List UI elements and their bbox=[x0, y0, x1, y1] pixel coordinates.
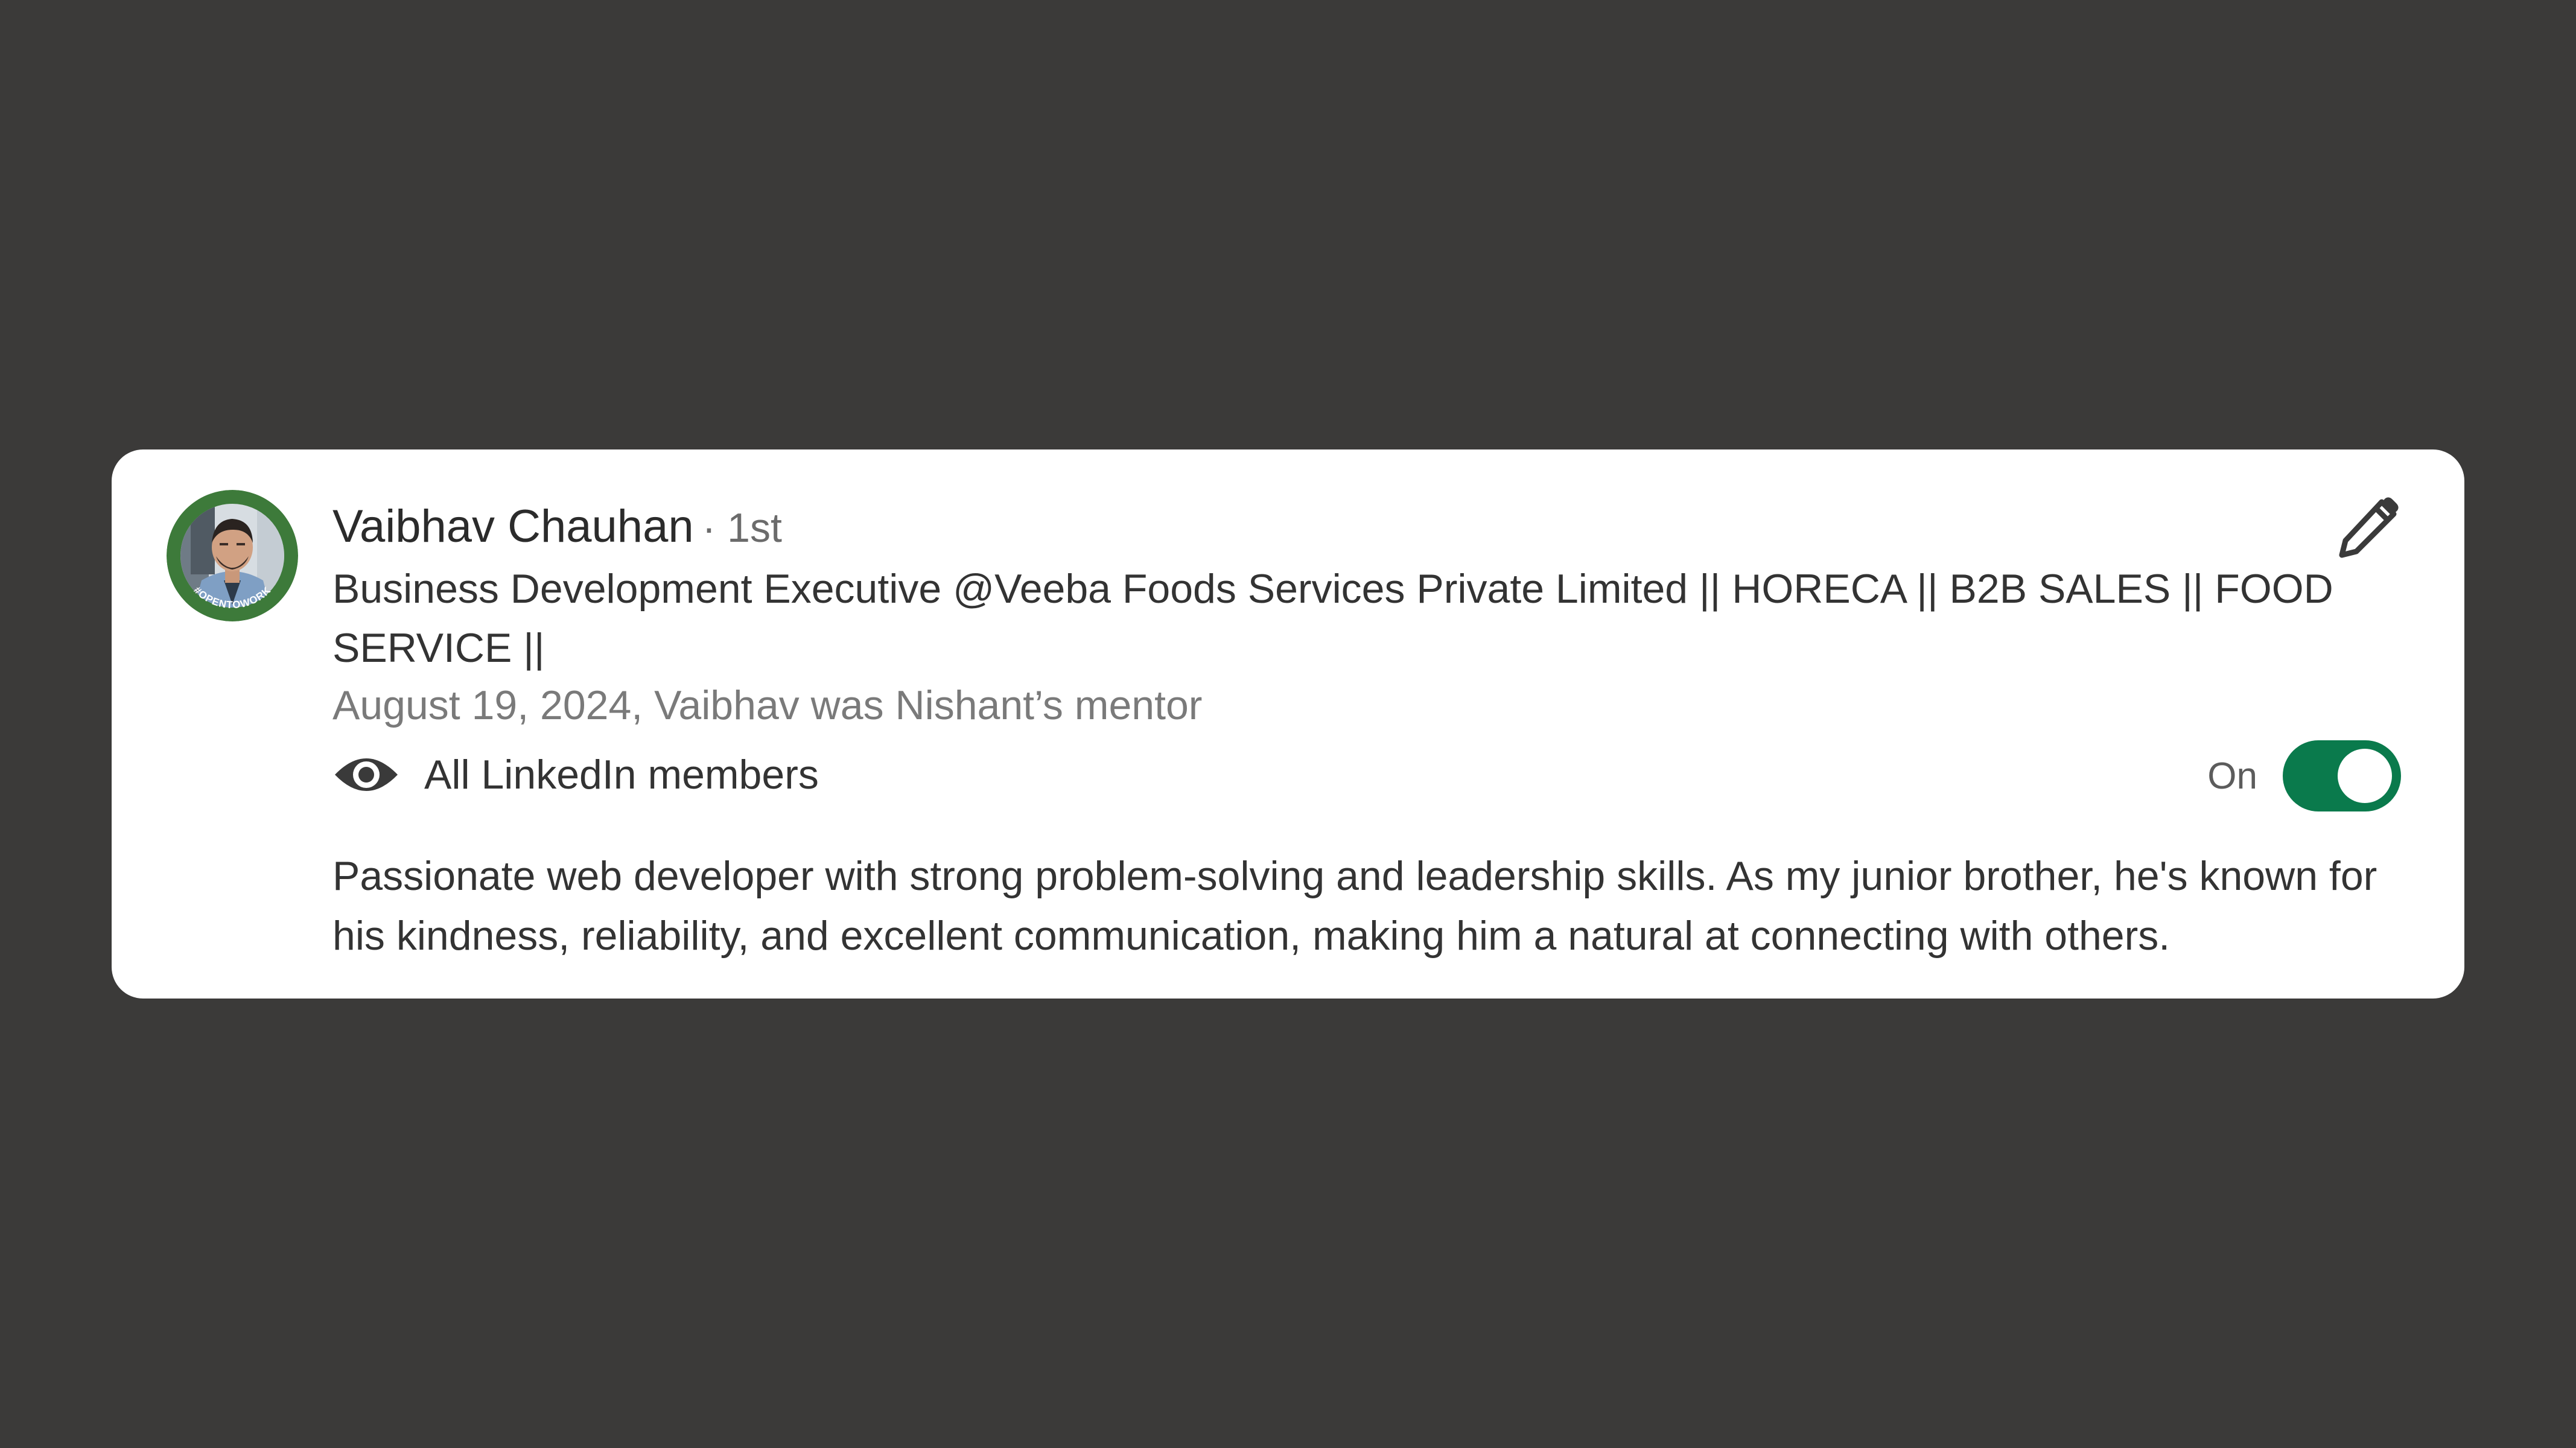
edit-button[interactable] bbox=[2332, 492, 2404, 564]
connection-degree: · 1st bbox=[702, 505, 782, 551]
toggle-status-label: On bbox=[2207, 755, 2257, 797]
visibility-toggle-group: On bbox=[2207, 740, 2401, 812]
recommendation-text: Passionate web developer with strong pro… bbox=[332, 853, 2377, 959]
eye-icon bbox=[332, 751, 400, 799]
pencil-icon bbox=[2339, 497, 2399, 558]
recommendation-date-relationship: August 19, 2024, Vaibhav was Nishant’s m… bbox=[332, 682, 1203, 728]
recommendation-card: #OPENTOWORK Vaibhav Chauhan · 1st Busines… bbox=[112, 449, 2464, 999]
avatar-open-to-work-image: #OPENTOWORK bbox=[167, 490, 298, 621]
visibility-label: All LinkedIn members bbox=[424, 752, 819, 798]
visibility-setting: All LinkedIn members bbox=[332, 741, 819, 808]
toggle-knob bbox=[2338, 749, 2392, 803]
show-recommendation-toggle[interactable] bbox=[2283, 740, 2401, 811]
author-headline: Business Development Executive @Veeba Fo… bbox=[332, 566, 2333, 671]
author-name[interactable]: Vaibhav Chauhan bbox=[332, 501, 694, 552]
author-name-line: Vaibhav Chauhan · 1st bbox=[332, 504, 782, 550]
avatar[interactable]: #OPENTOWORK bbox=[167, 490, 298, 621]
